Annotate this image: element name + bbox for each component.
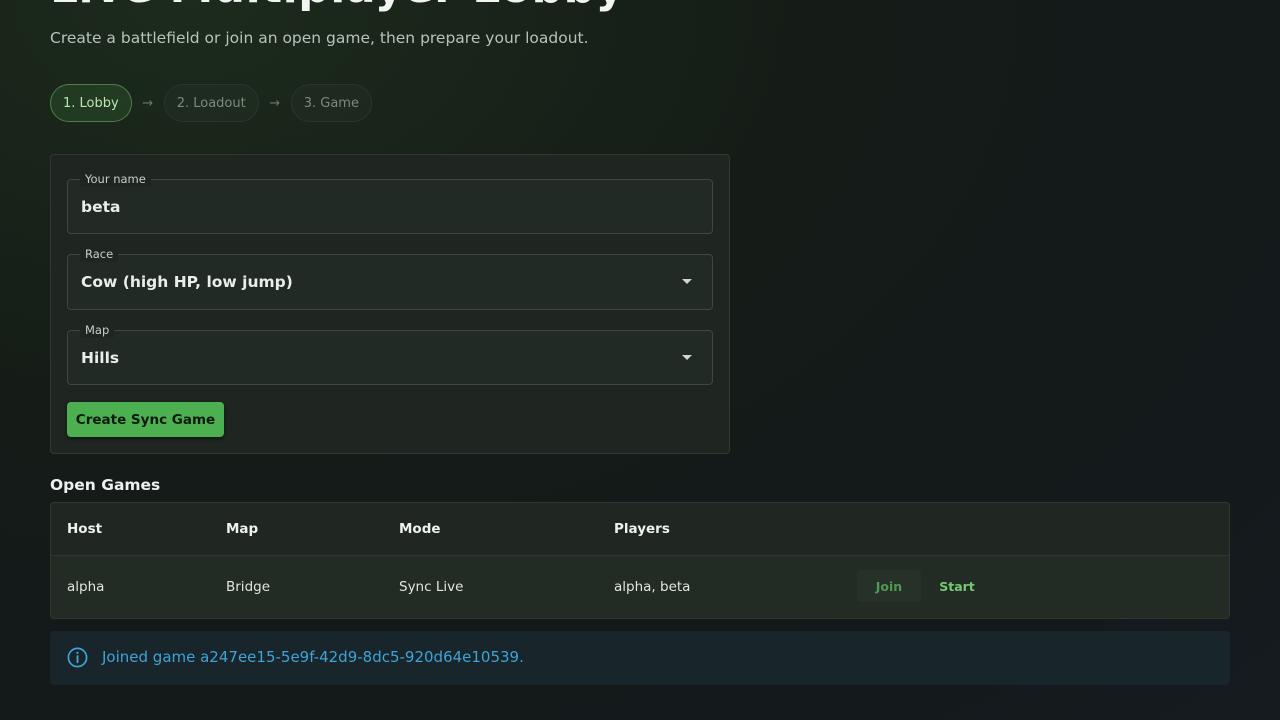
open-games-table: Host Map Mode Players alpha Bridge Sync … <box>50 502 1230 619</box>
map-select[interactable]: Map Hills <box>67 322 713 385</box>
name-value: beta <box>81 197 121 216</box>
name-label: Your name <box>80 171 151 187</box>
step-game[interactable]: 3. Game <box>290 84 372 122</box>
caret-down-icon <box>682 279 692 284</box>
race-value: Cow (high HP, low jump) <box>81 273 293 291</box>
caret-down-icon <box>682 354 692 360</box>
page-subtitle: Create a battlefield or join an open gam… <box>50 29 589 47</box>
name-input[interactable]: Your name beta <box>67 171 713 234</box>
create-sync-game-button[interactable]: Create Sync Game <box>67 402 224 437</box>
cell-players: alpha, beta <box>614 579 691 595</box>
race-label: Race <box>80 246 119 262</box>
step-loadout[interactable]: 2. Loadout <box>163 84 259 122</box>
info-icon <box>67 647 88 668</box>
column-header-players: Players <box>614 521 670 537</box>
create-game-form: Your name beta Race Cow (high HP, low ju… <box>50 154 730 454</box>
step-indicator: 1. Lobby → 2. Loadout → 3. Game <box>50 84 372 122</box>
arrow-right-icon: → <box>269 95 281 111</box>
column-header-map: Map <box>226 521 259 537</box>
column-header-host: Host <box>67 521 103 537</box>
page-title: Live Multiplayer Lobby <box>50 0 625 10</box>
column-header-mode: Mode <box>399 521 441 537</box>
map-label: Map <box>80 322 115 338</box>
open-games-title: Open Games <box>50 476 161 494</box>
start-button[interactable]: Start <box>929 570 985 602</box>
info-alert: Joined game a247ee15-5e9f-42d9-8dc5-920d… <box>50 631 1230 685</box>
cell-map: Bridge <box>226 579 271 595</box>
alert-message: Joined game a247ee15-5e9f-42d9-8dc5-920d… <box>102 648 524 666</box>
join-button[interactable]: Join <box>857 570 921 602</box>
step-lobby[interactable]: 1. Lobby <box>50 84 132 122</box>
arrow-right-icon: → <box>142 95 154 111</box>
race-select[interactable]: Race Cow (high HP, low jump) <box>67 246 713 310</box>
map-value: Hills <box>81 348 120 367</box>
cell-host: alpha <box>67 579 105 595</box>
cell-mode: Sync Live <box>399 579 464 595</box>
